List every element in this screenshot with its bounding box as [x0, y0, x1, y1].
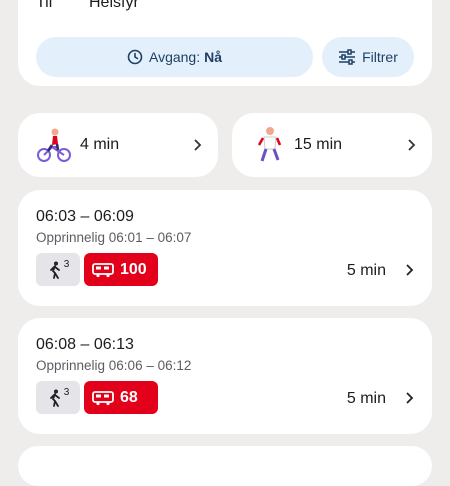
trip-duration: 5 min [346, 390, 386, 407]
filter-button[interactable]: Filtrer [322, 37, 414, 77]
bus-line-badge: 68 [84, 381, 158, 414]
bus-line-number: 68 [120, 388, 138, 406]
walk-badge: 3 [36, 253, 80, 286]
trip-original-time: Opprinnelig 06:01 – 06:07 [36, 230, 192, 245]
chevron-right-icon [194, 139, 202, 151]
filter-label: Filtrer [362, 49, 398, 65]
bus-icon [92, 262, 114, 277]
chevron-right-icon [406, 392, 414, 404]
departure-value: Nå [204, 49, 223, 65]
walk-illustration-icon [257, 127, 282, 162]
walk-option-card[interactable]: 15 min [232, 113, 432, 177]
trip-duration: 5 min [346, 262, 386, 279]
walk-minutes: 3 [63, 259, 70, 270]
bike-option-card[interactable]: 4 min [18, 113, 218, 177]
walk-minutes: 3 [63, 387, 70, 398]
sliders-icon [339, 49, 356, 65]
to-label: Til [36, 0, 53, 11]
bike-duration: 4 min [80, 136, 120, 153]
bus-icon [92, 390, 114, 405]
trip-original-time: Opprinnelig 06:06 – 06:12 [36, 358, 192, 373]
trip-time: 06:08 – 06:13 [36, 336, 134, 353]
trip-card[interactable] [18, 446, 432, 486]
bus-line-badge: 100 [84, 253, 158, 286]
walking-person-icon [49, 261, 60, 279]
departure-label: Avgang: [148, 49, 201, 65]
chevron-right-icon [408, 139, 416, 151]
departure-time-button[interactable]: Avgang: Nå [36, 37, 313, 77]
walk-duration: 15 min [294, 136, 343, 153]
bike-illustration-icon [37, 128, 71, 162]
trip-card[interactable]: 06:03 – 06:09 Opprinnelig 06:01 – 06:07 … [18, 190, 432, 306]
trip-time: 06:03 – 06:09 [36, 208, 134, 225]
walk-badge: 3 [36, 381, 80, 414]
to-destination[interactable]: Helsfyr [89, 0, 139, 12]
trip-card[interactable]: 06:08 – 06:13 Opprinnelig 06:06 – 06:12 … [18, 318, 432, 434]
bus-line-number: 100 [120, 260, 147, 278]
clock-icon [127, 49, 143, 65]
chevron-right-icon [406, 264, 414, 276]
walking-person-icon [49, 389, 60, 407]
